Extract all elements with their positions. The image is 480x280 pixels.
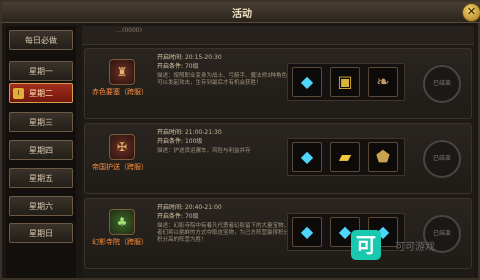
tab-label: 星期日 [29, 229, 53, 238]
activity-info: 开启时间: 20:15-20:30 开启条件: 70级 描述：按照职业变身为战士… [157, 53, 297, 87]
tab-label: 星期五 [29, 174, 53, 183]
diamond-icon[interactable]: ◆ [292, 142, 322, 172]
tab-monday[interactable]: 星期一 [9, 61, 73, 81]
window-title: 活动 [232, 9, 252, 20]
status-label: 已结束 [432, 80, 451, 87]
activity-row[interactable]: ♣ 幻影寺院（跨服） 开启时间: 20:40-21:00 开启条件: 70级 描… [84, 198, 472, 269]
fortress-emblem-icon: ♜ [109, 59, 135, 85]
reward-slots: ◆ ▣ ❧ [287, 63, 405, 101]
activity-name: 赤色要塞（跨服） [92, 88, 148, 96]
tab-daily[interactable]: 每日必做 [9, 30, 73, 50]
active-day-badge-icon: Ⅰ [13, 88, 24, 99]
close-icon[interactable]: ✕ [462, 3, 480, 22]
open-time-label: 开启时间: [157, 204, 184, 211]
reward-slots: ◆ ▰ ⬟ [287, 138, 405, 176]
scroll-icon[interactable]: ❧ [368, 67, 398, 97]
watermark-logo: 可 [351, 230, 381, 260]
gold-ingot-icon[interactable]: ▰ [330, 142, 360, 172]
tab-label: 星期六 [29, 202, 53, 211]
temple-emblem-icon: ♣ [109, 209, 135, 235]
activity-description: 描述：幻影寺院中有着凡代勇者幻影留下的大量宝物，勇者们将以挑衅的方式夺取这宝物，… [157, 223, 295, 243]
open-condition: 70级 [184, 213, 199, 220]
open-time: 20:40-21:00 [184, 204, 222, 211]
tab-label: 星期一 [29, 67, 53, 76]
reward-slots: ◆ ◆ ◆ [287, 213, 405, 251]
open-time-label: 开启时间: [157, 129, 184, 136]
open-condition-label: 开启条件: [157, 213, 184, 220]
open-condition: 100级 [184, 138, 203, 145]
activity-info: 开启时间: 21:00-21:30 开启条件: 100级 描述：护送货运骡车，风… [157, 128, 297, 155]
activity-window: 活动 ✕ 每日必做 星期一 Ⅰ 星期二 星期三 星期四 星期五 星期六 星期日 …… [0, 0, 480, 280]
open-condition-label: 开启条件: [157, 138, 184, 145]
watermark-text: 可可游戏 [395, 242, 435, 253]
open-condition-label: 开启条件: [157, 63, 184, 70]
status-label: 已结束 [432, 155, 451, 162]
open-condition: 70级 [184, 63, 199, 70]
activity-row[interactable]: ♜ 赤色要塞（跨服） 开启时间: 20:15-20:30 开启条件: 70级 描… [84, 48, 472, 119]
activity-info: 开启时间: 20:40-21:00 开启条件: 70级 描述：幻影寺院中有着凡代… [157, 203, 297, 244]
previous-activity-stub: …(0000) [82, 26, 474, 45]
open-time: 20:15-20:30 [184, 54, 222, 61]
activity-name: 帝国护送（跨服） [92, 163, 148, 171]
activity-row[interactable]: ✠ 帝国护送（跨服） 开启时间: 21:00-21:30 开启条件: 100级 … [84, 123, 472, 194]
tab-friday[interactable]: 星期五 [9, 168, 73, 188]
status-label: 已结束 [432, 230, 451, 237]
activity-description: 描述：按照职业变身为战士、弓箭手、魔法师3种角色，可以发起攻击，生存到最后才有机… [157, 73, 293, 86]
tab-label: 每日必做 [25, 36, 57, 45]
tab-label: 星期四 [29, 146, 53, 155]
ended-status-seal: 已结束 [423, 65, 461, 103]
tab-label: 星期二 [29, 89, 53, 98]
armor-badge-icon[interactable]: ⬟ [368, 142, 398, 172]
ended-status-seal: 已结束 [423, 140, 461, 178]
open-time-label: 开启时间: [157, 54, 184, 61]
diamond-icon[interactable]: ◆ [292, 67, 322, 97]
tab-label: 星期三 [29, 118, 53, 127]
tab-thursday[interactable]: 星期四 [9, 140, 73, 160]
escort-emblem-icon: ✠ [109, 134, 135, 160]
tab-wednesday[interactable]: 星期三 [9, 112, 73, 132]
tab-sunday[interactable]: 星期日 [9, 223, 73, 243]
tab-saturday[interactable]: 星期六 [9, 196, 73, 216]
stub-text: …(0000) [116, 27, 142, 34]
tab-tuesday[interactable]: Ⅰ 星期二 [9, 83, 73, 103]
open-time: 21:00-21:30 [184, 129, 222, 136]
diamond-icon[interactable]: ◆ [292, 217, 322, 247]
day-tabs-sidebar: 每日必做 星期一 Ⅰ 星期二 星期三 星期四 星期五 星期六 星期日 [6, 26, 76, 278]
activity-description: 描述：护送货运骡车，风险与利益并存 [157, 148, 251, 154]
activity-name: 幻影寺院（跨服） [92, 238, 148, 246]
gift-box-icon[interactable]: ▣ [330, 67, 360, 97]
window-titlebar: 活动 ✕ [2, 2, 480, 23]
